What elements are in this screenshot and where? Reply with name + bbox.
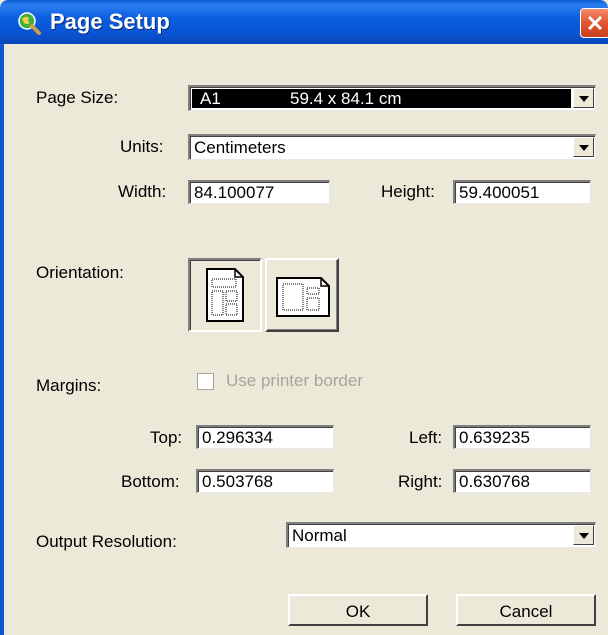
chevron-down-icon[interactable] bbox=[573, 137, 594, 157]
left-margin-field[interactable]: 0.639235 bbox=[453, 425, 591, 449]
page-size-dimensions: 59.4 x 84.1 cm bbox=[290, 89, 402, 108]
bottom-margin-field[interactable]: 0.503768 bbox=[196, 469, 334, 493]
height-label: Height: bbox=[381, 182, 435, 201]
close-x-icon bbox=[587, 15, 603, 31]
output-resolution-label: Output Resolution: bbox=[36, 532, 177, 551]
printer-border-label: Use printer border bbox=[226, 371, 364, 390]
page-setup-dialog: Page Setup Page Size: A1 59.4 x 84.1 cm … bbox=[0, 0, 608, 635]
top-margin-field[interactable]: 0.296334 bbox=[196, 425, 334, 449]
right-margin-label: Right: bbox=[398, 472, 443, 491]
orientation-label: Orientation: bbox=[36, 263, 124, 282]
width-field[interactable]: 84.100077 bbox=[188, 180, 330, 204]
margins-label: Margins: bbox=[36, 376, 102, 395]
top-margin-label: Top: bbox=[150, 428, 183, 447]
page-size-selected: A1 59.4 x 84.1 cm bbox=[192, 89, 571, 108]
window-title: Page Setup bbox=[50, 9, 170, 34]
window-frame-left bbox=[0, 44, 4, 635]
page-size-select[interactable]: A1 59.4 x 84.1 cm bbox=[188, 85, 596, 111]
right-margin-field[interactable]: 0.630768 bbox=[453, 469, 591, 493]
bottom-margin-value: 0.503768 bbox=[202, 472, 273, 491]
right-margin-value: 0.630768 bbox=[459, 472, 530, 491]
cancel-button-label: Cancel bbox=[499, 602, 553, 621]
magnifier-globe-icon bbox=[18, 12, 41, 35]
ok-button-label: OK bbox=[345, 602, 371, 621]
output-resolution-select[interactable]: Normal bbox=[286, 522, 596, 548]
title-bar[interactable]: Page Setup bbox=[0, 0, 608, 44]
page-size-label: Page Size: bbox=[36, 88, 119, 107]
width-value: 84.100077 bbox=[194, 183, 275, 202]
units-select[interactable]: Centimeters bbox=[188, 134, 596, 160]
cancel-button[interactable]: Cancel bbox=[456, 594, 596, 626]
height-value: 59.400051 bbox=[459, 183, 540, 202]
units-value: Centimeters bbox=[194, 138, 286, 157]
page-size-name: A1 bbox=[200, 89, 221, 108]
top-margin-value: 0.296334 bbox=[202, 428, 273, 447]
printer-border-checkbox[interactable] bbox=[197, 373, 214, 390]
chevron-down-icon[interactable] bbox=[573, 88, 594, 108]
landscape-icon bbox=[276, 277, 330, 317]
left-margin-label: Left: bbox=[409, 428, 443, 447]
portrait-button[interactable] bbox=[188, 258, 262, 332]
close-button[interactable] bbox=[580, 8, 608, 38]
ok-button[interactable]: OK bbox=[288, 594, 428, 626]
height-field[interactable]: 59.400051 bbox=[453, 180, 591, 204]
chevron-down-icon[interactable] bbox=[573, 525, 594, 545]
left-margin-value: 0.639235 bbox=[459, 428, 530, 447]
width-label: Width: bbox=[118, 182, 167, 201]
portrait-icon bbox=[206, 268, 244, 322]
output-resolution-value: Normal bbox=[292, 526, 347, 545]
landscape-button[interactable] bbox=[265, 258, 339, 332]
units-label: Units: bbox=[120, 137, 164, 156]
bottom-margin-label: Bottom: bbox=[121, 472, 180, 491]
